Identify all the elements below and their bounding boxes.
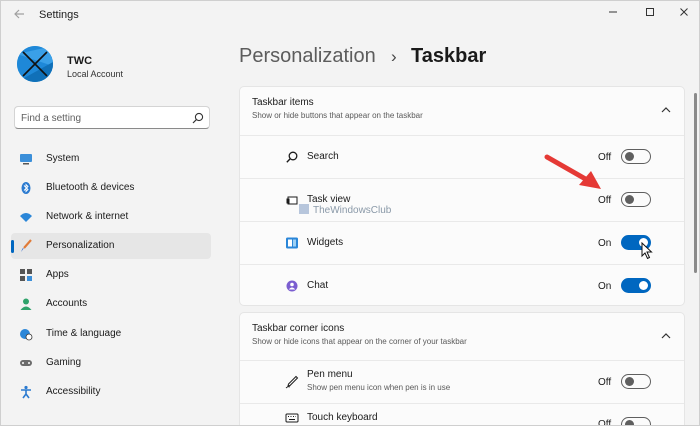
brush-icon: [19, 239, 33, 253]
setting-row-touch-keyboard: Touch keyboard Off: [240, 403, 684, 426]
sidebar-item-apps[interactable]: Apps: [11, 262, 211, 288]
sidebar-item-label: Personalization: [46, 240, 115, 251]
mouse-cursor-icon: [641, 242, 653, 260]
setting-row-search: Search Off: [240, 135, 684, 178]
search-input[interactable]: [21, 111, 181, 125]
chat-icon: [285, 279, 299, 293]
apps-icon: [19, 268, 33, 282]
maximize-icon[interactable]: [635, 4, 665, 24]
selection-indicator: [11, 240, 14, 253]
sidebar-item-label: System: [46, 153, 80, 164]
watermark: TheWindowsClub: [299, 204, 391, 216]
toggle-state-text: On: [598, 281, 612, 292]
taskbar-items-header[interactable]: Taskbar items Show or hide buttons that …: [240, 87, 684, 131]
widgets-icon: [285, 236, 299, 250]
wifi-icon: [19, 210, 33, 224]
setting-row-widgets: Widgets On: [240, 221, 684, 264]
sidebar-item-bluetooth[interactable]: Bluetooth & devices: [11, 175, 211, 201]
profile-name: TWC: [67, 55, 93, 67]
section-title: Taskbar corner icons: [252, 323, 345, 334]
sidebar-item-time-language[interactable]: Time & language: [11, 321, 211, 347]
avatar[interactable]: [17, 46, 53, 82]
back-arrow-icon[interactable]: [9, 7, 29, 25]
setting-row-pen-menu: Pen menu Show pen menu icon when pen is …: [240, 360, 684, 403]
setting-description: Show pen menu icon when pen is in use: [307, 383, 451, 392]
app-title: Settings: [39, 9, 79, 21]
annotation-arrow-icon: [544, 154, 601, 189]
sidebar-item-personalization[interactable]: Personalization: [11, 233, 211, 259]
keyboard-icon: [285, 411, 299, 425]
minimize-icon[interactable]: [598, 4, 628, 24]
setting-label: Chat: [307, 280, 329, 291]
setting-label: Pen menu: [307, 369, 353, 380]
taskbar-corner-icons-section: Taskbar corner icons Show or hide icons …: [239, 312, 685, 426]
search-toggle[interactable]: [621, 149, 651, 164]
setting-label: Touch keyboard: [307, 412, 378, 423]
sidebar-item-label: Time & language: [46, 328, 122, 339]
breadcrumb-parent[interactable]: Personalization: [239, 45, 376, 68]
corner-icons-header[interactable]: Taskbar corner icons Show or hide icons …: [240, 313, 684, 357]
toggle-state-text: Off: [598, 419, 612, 426]
touch-keyboard-toggle[interactable]: [621, 417, 651, 425]
page-title: Taskbar: [411, 45, 487, 67]
section-description: Show or hide buttons that appear on the …: [252, 111, 423, 120]
watermark-logo-icon: [299, 204, 309, 214]
sidebar-item-system[interactable]: System: [11, 146, 211, 172]
toggle-knob: [625, 195, 634, 204]
toggle-knob: [625, 377, 634, 386]
section-description: Show or hide icons that appear on the co…: [252, 337, 467, 346]
account-type: Local Account: [67, 69, 124, 79]
sidebar-item-label: Gaming: [46, 357, 82, 368]
sidebar-item-accessibility[interactable]: Accessibility: [11, 379, 211, 405]
chevron-up-icon[interactable]: [660, 102, 672, 113]
toggle-state-text: On: [598, 238, 612, 249]
breadcrumb-separator: ›: [391, 47, 397, 66]
toggle-knob: [625, 420, 634, 425]
search-box[interactable]: [14, 106, 210, 129]
sidebar-item-label: Accounts: [46, 298, 88, 309]
controller-icon: [19, 356, 33, 370]
section-title: Taskbar items: [252, 97, 314, 108]
sidebar-item-network[interactable]: Network & internet: [11, 204, 211, 230]
taskbar-items-section: Taskbar items Show or hide buttons that …: [239, 86, 685, 306]
sidebar-item-label: Network & internet: [46, 211, 129, 222]
chevron-up-icon[interactable]: [660, 328, 672, 339]
sidebar-item-accounts[interactable]: Accounts: [11, 291, 211, 317]
toggle-knob: [639, 281, 648, 290]
chat-toggle[interactable]: [621, 278, 651, 293]
accessibility-icon: [19, 385, 33, 399]
setting-row-chat: Chat On: [240, 264, 684, 305]
sidebar-item-gaming[interactable]: Gaming: [11, 350, 211, 376]
sidebar-item-label: Accessibility: [46, 386, 101, 397]
bluetooth-icon: [19, 181, 33, 195]
task-view-toggle[interactable]: [621, 192, 651, 207]
scrollbar[interactable]: [694, 93, 697, 273]
close-icon[interactable]: [669, 4, 699, 24]
monitor-icon: [19, 152, 33, 166]
sidebar-item-label: Apps: [46, 269, 69, 280]
toggle-state-text: Off: [598, 377, 612, 388]
toggle-knob: [625, 152, 634, 161]
pen-menu-toggle[interactable]: [621, 374, 651, 389]
search-icon: [285, 150, 299, 164]
task-view-icon: [285, 193, 299, 207]
pen-icon: [285, 375, 299, 389]
watermark-text: TheWindowsClub: [313, 205, 392, 216]
toggle-state-text: Off: [598, 195, 612, 206]
setting-label: Search: [307, 151, 339, 162]
title-bar: Settings: [1, 1, 699, 31]
sidebar-item-label: Bluetooth & devices: [46, 182, 135, 193]
settings-window: Settings TWC Local Account System: [0, 0, 700, 426]
setting-label: Widgets: [307, 237, 344, 248]
globe-clock-icon: [19, 327, 33, 341]
person-icon: [19, 297, 33, 311]
search-icon[interactable]: [191, 111, 205, 125]
